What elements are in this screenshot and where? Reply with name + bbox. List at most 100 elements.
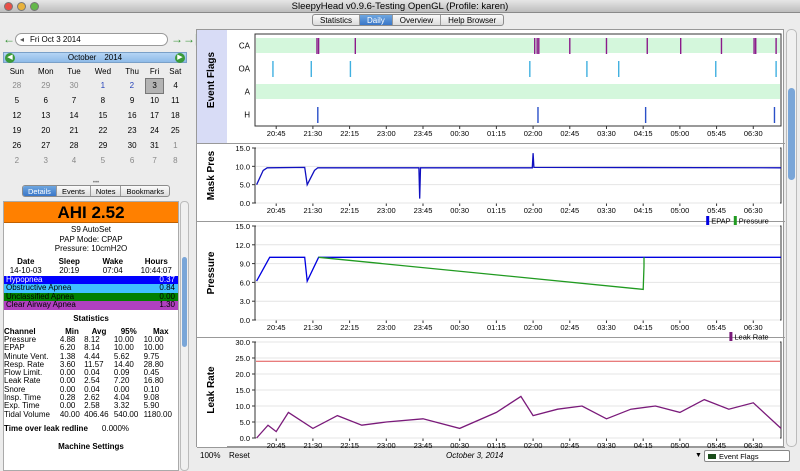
tab-notes[interactable]: Notes — [91, 186, 122, 196]
calendar-day[interactable]: 9 — [119, 93, 146, 108]
calendar-day[interactable]: 22 — [87, 123, 119, 138]
time-tick-label: 00:30 — [450, 323, 469, 332]
y-tick-label: 6.0 — [240, 278, 250, 287]
time-tick-label: 22:15 — [340, 441, 359, 448]
details-pane: AHI 2.52 S9 AutoSet PAP Mode: CPAP Press… — [3, 201, 179, 471]
next-month-icon[interactable]: ▶ — [175, 53, 185, 63]
calendar-day[interactable]: 25 — [164, 123, 187, 138]
left-panel: ← Fri Oct 3 2014 → →| ◀ October 2014 ▶ S… — [0, 28, 198, 471]
calendar-day[interactable]: 4 — [61, 153, 87, 168]
time-tick-label: 06:30 — [744, 206, 763, 215]
calendar-day[interactable]: 18 — [164, 108, 187, 123]
calendar-day[interactable]: 26 — [3, 138, 31, 153]
tab-bookmarks[interactable]: Bookmarks — [121, 186, 169, 196]
calendar-day[interactable]: 15 — [87, 108, 119, 123]
calendar-day[interactable]: 31 — [146, 138, 164, 153]
plot-frame[interactable] — [254, 225, 782, 321]
event-flags-dropdown[interactable]: Event Flags — [704, 450, 790, 462]
time-tick-label: 04:15 — [634, 323, 653, 332]
tab-daily[interactable]: Daily — [360, 15, 393, 25]
stats-cell: Tidal Volume — [4, 409, 50, 419]
calendar-day[interactable]: 7 — [146, 153, 164, 168]
weekday-header: Fri — [149, 66, 160, 76]
calendar-day[interactable]: 4 — [164, 78, 187, 93]
calendar-day[interactable]: 21 — [61, 123, 87, 138]
legend-label: EPAP — [711, 217, 730, 226]
tab-help-browser[interactable]: Help Browser — [441, 15, 503, 25]
calendar-day[interactable]: 30 — [119, 138, 146, 153]
previous-month-icon[interactable]: ◀ — [5, 53, 15, 63]
calendar-day[interactable]: 12 — [3, 108, 31, 123]
time-tick-label: 22:15 — [340, 129, 359, 138]
machine-settings-header[interactable]: Machine Settings — [4, 442, 178, 451]
calendar-day[interactable]: 3 — [31, 153, 61, 168]
calendar-day[interactable]: 29 — [87, 138, 119, 153]
tab-statistics[interactable]: Statistics — [313, 15, 361, 25]
flag-row-band — [256, 84, 780, 99]
last-day-arrow-icon[interactable]: →| — [183, 33, 198, 45]
calendar-day[interactable]: 6 — [119, 153, 146, 168]
zoom-window-button[interactable] — [30, 2, 39, 11]
time-tick-label: 05:45 — [707, 206, 726, 215]
calendar-day[interactable]: 2 — [119, 78, 146, 93]
calendar-day[interactable]: 27 — [31, 138, 61, 153]
detail-tabs: Details Events Notes Bookmarks — [22, 185, 170, 197]
calendar-day[interactable]: 14 — [61, 108, 87, 123]
y-tick-label: 10.0 — [235, 402, 250, 411]
title-bar: SleepyHead v0.9.6-Testing OpenGL (Profil… — [0, 0, 800, 13]
event-index-row[interactable]: Clear Airway Apnea 1.30 — [4, 300, 178, 310]
stats-cell: 406.46 — [84, 409, 109, 419]
tab-overview[interactable]: Overview — [393, 15, 442, 25]
calendar-day[interactable]: 10 — [146, 93, 164, 108]
details-scrollbar[interactable] — [180, 201, 189, 471]
tab-details[interactable]: Details — [23, 186, 57, 196]
next-day-arrow-icon[interactable]: → — [171, 33, 183, 45]
calendar-day[interactable]: 3 — [145, 77, 165, 94]
calendar-day[interactable]: 7 — [61, 93, 87, 108]
calendar-day[interactable]: 29 — [31, 78, 61, 93]
legend-label: Leak Rate — [734, 333, 768, 342]
time-tick-label: 02:45 — [560, 441, 579, 448]
reset-zoom-button[interactable]: Reset — [229, 449, 250, 463]
graph-scroll-thumb[interactable] — [788, 88, 795, 180]
minimize-window-button[interactable] — [17, 2, 26, 11]
calendar-day[interactable]: 1 — [87, 78, 119, 93]
y-tick-label: 5.0 — [240, 181, 250, 190]
details-scroll-thumb[interactable] — [182, 257, 187, 347]
time-tick-label: 02:00 — [524, 206, 543, 215]
previous-day-arrow-icon[interactable]: ← — [3, 33, 15, 45]
calendar-day[interactable]: 17 — [146, 108, 164, 123]
calendar-day[interactable]: 20 — [31, 123, 61, 138]
weekday-header: Sat — [169, 67, 182, 76]
calendar-day[interactable]: 11 — [164, 93, 187, 108]
plot-frame[interactable] — [254, 147, 782, 204]
calendar-week: 12 13 14 15 16 17 18 — [3, 108, 187, 123]
calendar-day[interactable]: 8 — [164, 153, 187, 168]
date-field[interactable]: Fri Oct 3 2014 — [15, 32, 168, 46]
calendar-day[interactable]: 19 — [3, 123, 31, 138]
calendar-day[interactable]: 1 — [164, 138, 187, 153]
tab-events[interactable]: Events — [57, 186, 91, 196]
calendar-day[interactable]: 23 — [119, 123, 146, 138]
calendar-day[interactable]: 5 — [87, 153, 119, 168]
graph-scrollbar[interactable] — [786, 29, 797, 447]
calendar-day[interactable]: 16 — [119, 108, 146, 123]
calendar-day[interactable]: 30 — [61, 78, 87, 93]
close-window-button[interactable] — [4, 2, 13, 11]
calendar-day[interactable]: 13 — [31, 108, 61, 123]
calendar-year[interactable]: 2014 — [104, 53, 122, 62]
calendar-day[interactable]: 8 — [87, 93, 119, 108]
y-tick-label: 15.0 — [235, 222, 250, 231]
calendar-month[interactable]: October — [68, 53, 96, 62]
calendar-day[interactable]: 2 — [3, 153, 31, 168]
ahi-banner: AHI 2.52 — [4, 202, 178, 223]
dropdown-arrow-icon[interactable]: ▼ — [695, 449, 702, 463]
calendar-day[interactable]: 28 — [3, 78, 31, 93]
calendar-day[interactable]: 24 — [146, 123, 164, 138]
calendar-day[interactable]: 28 — [61, 138, 87, 153]
calendar-day[interactable]: 6 — [31, 93, 61, 108]
y-tick-label: 10.0 — [235, 162, 250, 171]
time-tick-label: 02:00 — [524, 323, 543, 332]
calendar-day[interactable]: 5 — [3, 93, 31, 108]
y-tick-label: 25.0 — [235, 354, 250, 363]
